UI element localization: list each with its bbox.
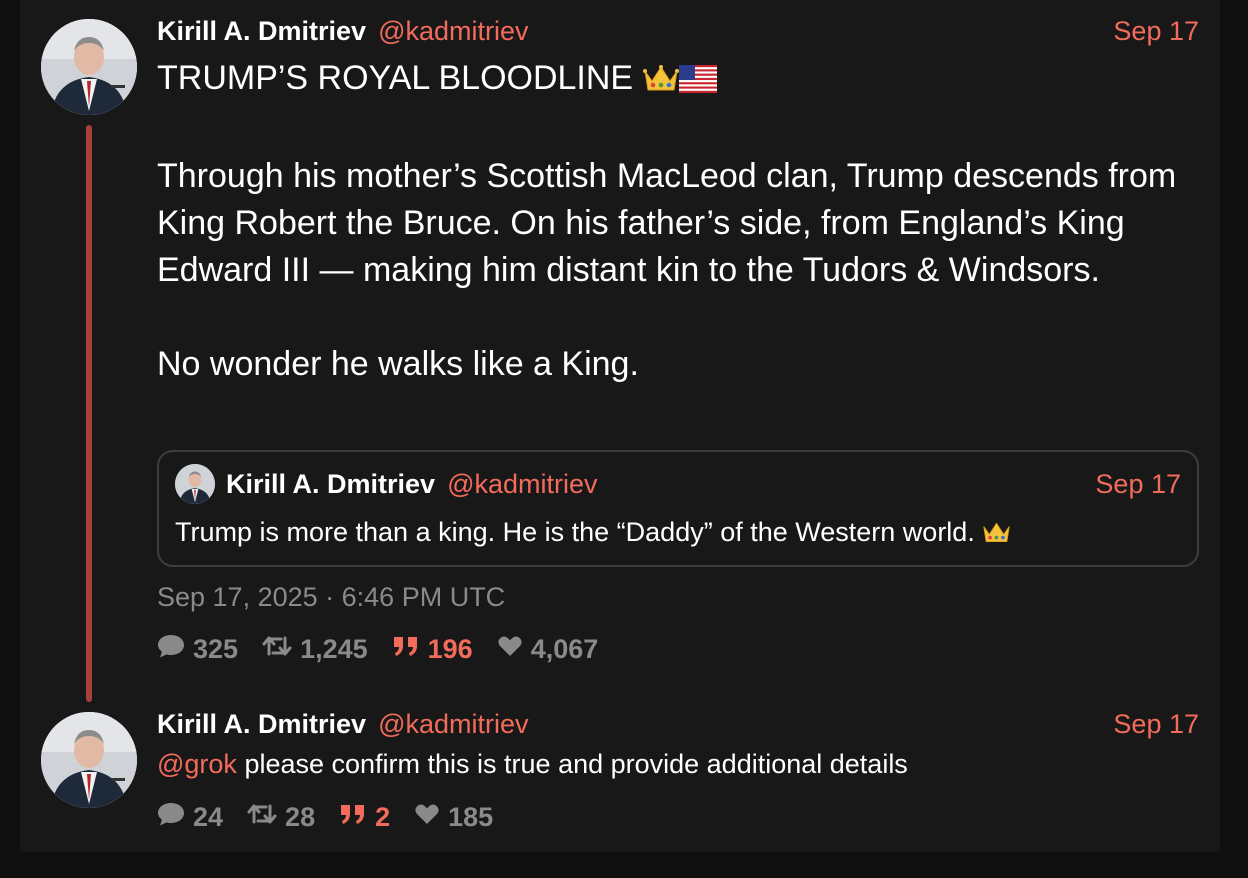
main-tweet-header: Kirill A. Dmitriev @kadmitriev Sep 17 (157, 14, 1199, 48)
quote-icon (339, 802, 375, 833)
retweet-icon (247, 802, 285, 833)
reply-tweet-body: @grok please confirm this is true and pr… (157, 749, 908, 780)
author-avatar[interactable] (41, 19, 137, 115)
grok-mention-link[interactable]: @grok (157, 749, 237, 779)
us-flag-emoji (678, 59, 717, 106)
author-handle[interactable]: @kadmitriev (378, 16, 528, 47)
crown-emoji (982, 520, 1011, 551)
comment-icon (157, 633, 193, 666)
quote-icon (392, 634, 428, 665)
reply-author-avatar[interactable] (41, 712, 137, 808)
main-tweet-stats: 325 1,245 196 4,067 (157, 631, 622, 667)
quoted-tweet-card[interactable]: Kirill A. Dmitriev @kadmitriev Sep 17 Tr… (157, 450, 1199, 567)
quote-count[interactable]: 196 (392, 634, 473, 665)
crown-emoji (642, 59, 679, 106)
tweet-date[interactable]: Sep 17 (1113, 16, 1199, 47)
retweet-count[interactable]: 1,245 (262, 634, 368, 665)
quoted-tweet-header: Kirill A. Dmitriev @kadmitriev Sep 17 (175, 464, 1181, 504)
thread-connector-line (86, 125, 92, 702)
retweet-count[interactable]: 28 (247, 802, 315, 833)
retweet-icon (262, 634, 300, 665)
heart-icon (414, 802, 448, 833)
quoted-author-handle: @kadmitriev (447, 468, 598, 499)
main-tweet-body: TRUMP’S ROYAL BLOODLINE Through his moth… (157, 55, 1207, 388)
comment-icon (157, 801, 193, 834)
quoted-tweet-text-row: Trump is more than a king. He is the “Da… (175, 517, 1011, 551)
heart-icon (497, 634, 531, 665)
tweet-headline: TRUMP’S ROYAL BLOODLINE (157, 59, 634, 97)
tweet-timestamp[interactable]: Sep 17, 2025 · 6:46 PM UTC (157, 582, 505, 613)
quoted-tweet-text: Trump is more than a king. He is the “Da… (175, 517, 975, 547)
reply-count[interactable]: 24 (157, 801, 223, 834)
reply-author-handle[interactable]: @kadmitriev (378, 709, 528, 740)
quote-count[interactable]: 2 (339, 802, 390, 833)
tweet-paragraph-1: Through his mother’s Scottish MacLeod cl… (157, 157, 1177, 289)
like-count[interactable]: 4,067 (497, 634, 598, 665)
reply-count[interactable]: 325 (157, 633, 238, 666)
reply-tweet-header: Kirill A. Dmitriev @kadmitriev Sep 17 (157, 707, 1199, 741)
quoted-author-name: Kirill A. Dmitriev (226, 468, 436, 499)
reply-tweet-text: please confirm this is true and provide … (236, 749, 908, 779)
reply-tweet-date[interactable]: Sep 17 (1113, 709, 1199, 740)
author-name[interactable]: Kirill A. Dmitriev (157, 16, 366, 47)
tweet-paragraph-2: No wonder he walks like a King. (157, 345, 639, 383)
quoted-tweet-date: Sep 17 (1095, 468, 1181, 499)
thread-page: Kirill A. Dmitriev @kadmitriev Sep 17 TR… (20, 0, 1220, 852)
reply-author-name[interactable]: Kirill A. Dmitriev (157, 709, 366, 740)
quoted-author-avatar (175, 464, 215, 504)
reply-tweet-stats: 24 28 2 185 (157, 799, 517, 835)
like-count[interactable]: 185 (414, 802, 493, 833)
